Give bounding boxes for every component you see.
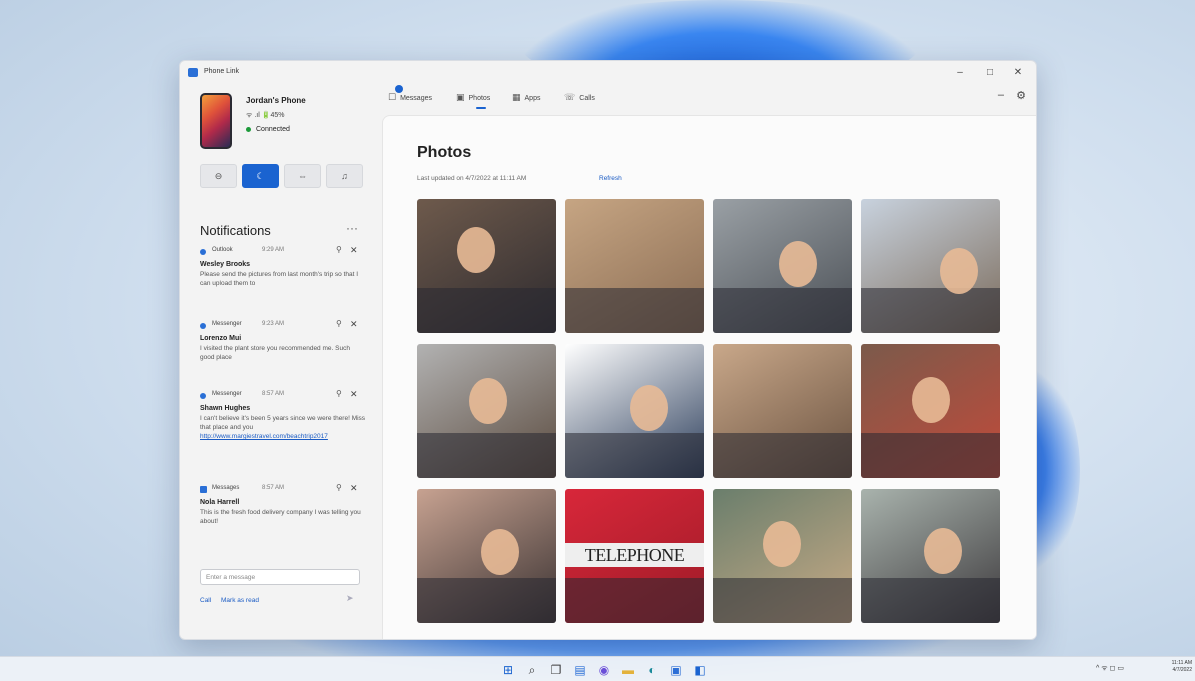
- last-updated-text: Last updated on 4/7/2022 at 11:11 AM: [417, 175, 527, 182]
- music-button[interactable]: ♫: [326, 164, 363, 188]
- notification-body: I can't believe it's been 5 years since …: [200, 415, 366, 431]
- store-icon[interactable]: ▣: [668, 662, 684, 678]
- notification-body: Please send the pictures from last month…: [200, 271, 359, 287]
- phone-name: Jordan's Phone: [246, 96, 306, 105]
- edge-icon[interactable]: ◐: [644, 662, 660, 678]
- pin-icon[interactable]: ⚲: [336, 483, 342, 492]
- active-tab-indicator: [476, 107, 486, 109]
- chat-icon[interactable]: ◉: [596, 662, 612, 678]
- photos-panel: Photos Last updated on 4/7/2022 at 11:11…: [382, 115, 1036, 639]
- notification-item[interactable]: Messages 8:57 AM ⚲ ✕ Nola Harrell This i…: [200, 483, 366, 526]
- calls-icon: ☏: [564, 92, 576, 102]
- moon-button[interactable]: ☾: [242, 164, 279, 188]
- close-button[interactable]: ✕: [1004, 65, 1032, 81]
- pin-icon[interactable]: ⚲: [336, 319, 342, 328]
- dismiss-icon[interactable]: ✕: [350, 319, 358, 330]
- photo-thumbnail[interactable]: [861, 344, 1000, 478]
- notification-sender: Wesley Brooks: [200, 261, 251, 268]
- phone-image: [200, 93, 232, 149]
- sidebar: Jordan's Phone ᯤ .ıl 🔋45% Connected ⊖ ☾ …: [180, 85, 382, 639]
- send-icon[interactable]: ➤: [346, 593, 354, 604]
- photos-icon: ▣: [456, 92, 465, 102]
- photo-thumbnail[interactable]: [417, 489, 556, 623]
- notification-body: This is the fresh food delivery company …: [200, 509, 361, 525]
- notification-body: I visited the plant store you recommende…: [200, 345, 350, 361]
- pin-icon[interactable]: ⚲: [336, 389, 342, 398]
- photo-thumbnail[interactable]: [713, 344, 852, 478]
- notification-sender: Shawn Hughes: [200, 405, 251, 412]
- photo-thumbnail[interactable]: [417, 199, 556, 333]
- taskbar: ⊞ ⌕ ❐ ▤ ◉ ▬ ◐ ▣ ◧ ^ ᯤ ◻ ▭ 11:11 AM 4/7/2022: [0, 656, 1195, 681]
- photo-thumbnail[interactable]: TELEPHONE: [565, 489, 704, 623]
- windows-icon[interactable]: ⊞: [500, 662, 516, 678]
- pin-icon[interactable]: ⚲: [336, 245, 342, 254]
- photo-thumbnail[interactable]: [861, 489, 1000, 623]
- notification-item[interactable]: Messenger 8:57 AM ⚲ ✕ Shawn Hughes I can…: [200, 389, 366, 441]
- mark-as-read-link[interactable]: Mark as read: [221, 597, 259, 604]
- refresh-link[interactable]: Refresh: [599, 175, 622, 182]
- outlook-icon: [200, 249, 206, 255]
- dismiss-icon[interactable]: ✕: [350, 483, 358, 494]
- tab-photos[interactable]: ▣ Photos: [456, 92, 490, 103]
- settings-gear-icon[interactable]: ⚙: [1016, 89, 1026, 102]
- notification-actions: Call Mark as read: [200, 597, 267, 604]
- tab-messages[interactable]: ☐ Messages: [388, 92, 432, 103]
- notification-link[interactable]: http://www.margiestravel.com/beachtrip20…: [200, 432, 366, 441]
- tab-calls[interactable]: ☏ Calls: [564, 92, 595, 103]
- dismiss-icon[interactable]: ✕: [350, 389, 358, 400]
- do-not-disturb-button[interactable]: ⊖: [200, 164, 237, 188]
- photo-thumbnail[interactable]: [565, 199, 704, 333]
- audio-button[interactable]: ⇔: [284, 164, 321, 188]
- page-title: Photos: [417, 144, 472, 161]
- phone-link-window: Phone Link – □ ✕ Jordan's Phone ᯤ .ıl 🔋4…: [179, 60, 1037, 640]
- phone-link-icon: [188, 68, 198, 77]
- taskview-icon[interactable]: ❐: [548, 662, 564, 678]
- dismiss-icon[interactable]: ✕: [350, 245, 358, 256]
- notification-sender: Nola Harrell: [200, 499, 240, 506]
- messenger-icon: [200, 393, 206, 399]
- taskbar-icons: ⊞ ⌕ ❐ ▤ ◉ ▬ ◐ ▣ ◧: [500, 661, 716, 677]
- photo-thumbnail[interactable]: [713, 199, 852, 333]
- phonelink-icon[interactable]: ◧: [692, 662, 708, 678]
- notifications-more-button[interactable]: ···: [346, 221, 358, 235]
- minimize-button[interactable]: –: [946, 65, 974, 81]
- notifications-header: Notifications: [200, 223, 271, 238]
- clock-date: 4/7/2022: [1172, 667, 1192, 673]
- photo-sign-text: TELEPHONE: [565, 543, 704, 567]
- window-title: Phone Link: [204, 68, 240, 75]
- notification-item[interactable]: Outlook 9:29 AM ⚲ ✕ Wesley Brooks Please…: [200, 245, 366, 288]
- messenger-icon: [200, 323, 206, 329]
- photo-thumbnail[interactable]: [861, 199, 1000, 333]
- connected-dot-icon: [246, 126, 251, 132]
- connection-status: Connected: [246, 126, 290, 133]
- widgets-icon[interactable]: ▤: [572, 662, 588, 678]
- apps-icon: ▦: [512, 92, 521, 102]
- title-bar: Phone Link – □ ✕: [180, 61, 1036, 85]
- tab-bar: ☐ Messages ▣ Photos ▦ Apps ☏ Calls – ⚙: [382, 85, 1036, 115]
- photo-thumbnail[interactable]: [713, 489, 852, 623]
- system-tray[interactable]: ^ ᯤ ◻ ▭: [1096, 664, 1124, 673]
- clock-time: 11:11 AM: [1171, 660, 1192, 666]
- tab-apps[interactable]: ▦ Apps: [512, 92, 540, 103]
- messages-icon: [200, 486, 207, 493]
- photo-thumbnail[interactable]: [565, 344, 704, 478]
- notification-sender: Lorenzo Mui: [200, 335, 242, 342]
- chat-icon: ☐: [388, 92, 397, 102]
- minimize-panel-button[interactable]: –: [998, 89, 1004, 101]
- search-icon[interactable]: ⌕: [524, 662, 540, 678]
- notification-item[interactable]: Messenger 9:23 AM ⚲ ✕ Lorenzo Mui I visi…: [200, 319, 366, 362]
- call-link[interactable]: Call: [200, 597, 211, 604]
- reply-input[interactable]: Enter a message: [200, 569, 360, 585]
- phone-status: ᯤ .ıl 🔋45%: [246, 112, 285, 119]
- maximize-button[interactable]: □: [976, 65, 1004, 81]
- explorer-icon[interactable]: ▬: [620, 662, 636, 678]
- clock[interactable]: 11:11 AM 4/7/2022: [1160, 660, 1192, 674]
- photo-thumbnail[interactable]: [417, 344, 556, 478]
